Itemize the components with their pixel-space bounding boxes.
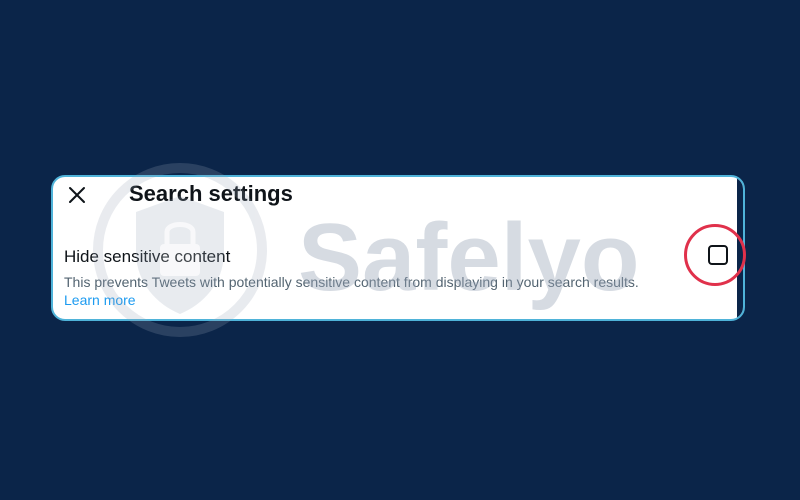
- setting-description: This prevents Tweets with potentially se…: [64, 274, 639, 290]
- close-icon: [69, 187, 85, 203]
- hide-sensitive-content-checkbox[interactable]: [708, 245, 728, 265]
- learn-more-link[interactable]: Learn more: [64, 292, 136, 308]
- setting-label: Hide sensitive content: [64, 247, 231, 266]
- close-button[interactable]: [65, 183, 89, 207]
- dialog-title: Search settings: [129, 181, 293, 206]
- panel-edge: [737, 177, 743, 319]
- search-settings-dialog: Search settings Hide sensitive content T…: [51, 175, 745, 321]
